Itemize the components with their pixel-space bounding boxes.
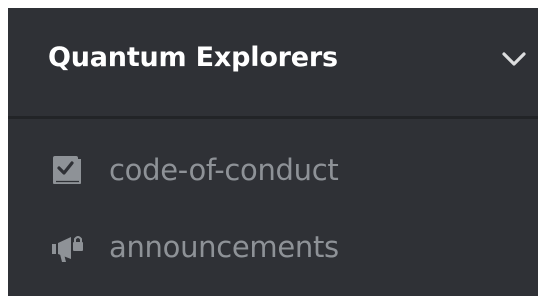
channel-sidebar: Quantum Explorers code-of-conduct announ… <box>8 8 538 296</box>
server-name: Quantum Explorers <box>48 42 338 73</box>
rules-icon <box>53 156 81 184</box>
server-header[interactable]: Quantum Explorers <box>8 8 538 119</box>
channel-item-announcements[interactable]: announcements <box>8 224 538 284</box>
channel-label: code-of-conduct <box>109 153 339 187</box>
chevron-down-icon[interactable] <box>501 50 527 68</box>
announcement-icon <box>52 236 83 262</box>
channel-label: announcements <box>109 230 339 264</box>
channel-item-code-of-conduct[interactable]: code-of-conduct <box>8 147 538 207</box>
